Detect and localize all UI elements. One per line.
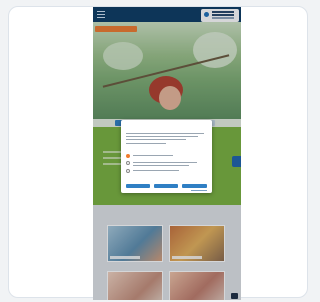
consent-option-radio[interactable] [126,161,130,165]
dialog-text-line [126,136,198,137]
consent-option-radio[interactable] [126,154,130,158]
consent-option-label [133,170,179,171]
consent-option-label [133,155,173,156]
consent-option-label [133,162,197,163]
consent-option-radio[interactable] [126,169,130,173]
dialog-text-line [126,133,204,134]
decline-button[interactable] [126,184,150,188]
cookie-consent-dialog [121,120,212,193]
more-info-link[interactable] [191,190,207,191]
mobile-page-screenshot [93,7,241,300]
dialog-text-line [126,139,186,140]
accept-button[interactable] [182,184,207,188]
settings-button[interactable] [154,184,178,188]
dialog-text-line [126,143,166,144]
consent-option-label [133,165,189,166]
